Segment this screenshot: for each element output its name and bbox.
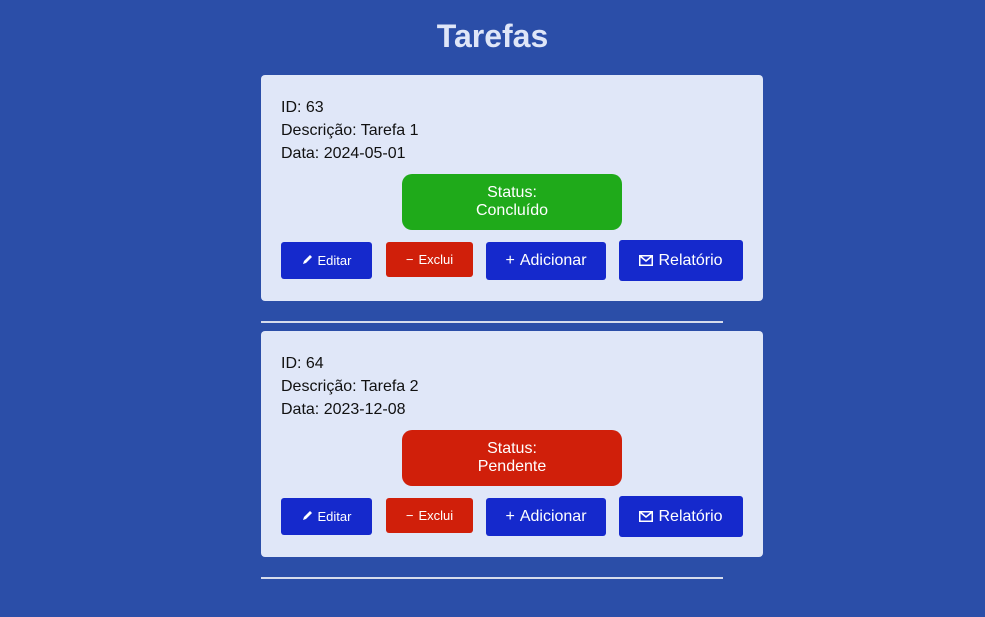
status-badge: Status: Concluído bbox=[402, 174, 622, 230]
plus-icon: + bbox=[505, 252, 515, 269]
minus-icon: − bbox=[405, 252, 414, 267]
pencil-icon bbox=[302, 509, 313, 524]
edit-button-label: Editar bbox=[317, 509, 352, 524]
status-value: Concluído bbox=[475, 202, 549, 219]
plus-icon: + bbox=[505, 508, 515, 525]
add-button[interactable]: + Adicionar bbox=[486, 242, 606, 280]
task-date: Data: 2024-05-01 bbox=[281, 145, 406, 162]
report-button[interactable]: Relatório bbox=[619, 496, 743, 537]
envelope-icon bbox=[639, 511, 654, 522]
edit-button-label: Editar bbox=[317, 253, 352, 268]
divider bbox=[261, 577, 723, 579]
delete-button-label: Exclui bbox=[418, 252, 454, 267]
task-date: Data: 2023-12-08 bbox=[281, 401, 406, 418]
delete-button[interactable]: − Exclui bbox=[386, 242, 473, 277]
delete-button-label: Exclui bbox=[418, 508, 454, 523]
envelope-icon bbox=[639, 255, 654, 266]
task-id: ID: 64 bbox=[281, 355, 324, 372]
edit-button[interactable]: Editar bbox=[281, 498, 372, 535]
report-button-label: Relatório bbox=[658, 251, 723, 269]
delete-button[interactable]: − Exclui bbox=[386, 498, 473, 533]
add-button[interactable]: + Adicionar bbox=[486, 498, 606, 536]
divider bbox=[261, 321, 723, 323]
report-button[interactable]: Relatório bbox=[619, 240, 743, 281]
task-description: Descrição: Tarefa 2 bbox=[281, 378, 419, 395]
minus-icon: − bbox=[405, 508, 414, 523]
status-value: Pendente bbox=[477, 458, 547, 475]
page-title: Tarefas bbox=[436, 18, 549, 54]
status-badge: Status: Pendente bbox=[402, 430, 622, 486]
task-id: ID: 63 bbox=[281, 99, 324, 116]
status-label: Status: bbox=[487, 184, 537, 201]
task-card: ID: 64 Descrição: Tarefa 2 Data: 2023-12… bbox=[261, 331, 763, 557]
add-button-label: Adicionar bbox=[519, 252, 587, 269]
task-description: Descrição: Tarefa 1 bbox=[281, 122, 419, 139]
status-label: Status: bbox=[487, 440, 537, 457]
report-button-label: Relatório bbox=[658, 507, 723, 525]
edit-button[interactable]: Editar bbox=[281, 242, 372, 279]
add-button-label: Adicionar bbox=[519, 508, 587, 525]
task-card: ID: 63 Descrição: Tarefa 1 Data: 2024-05… bbox=[261, 75, 763, 301]
pencil-icon bbox=[302, 253, 313, 268]
